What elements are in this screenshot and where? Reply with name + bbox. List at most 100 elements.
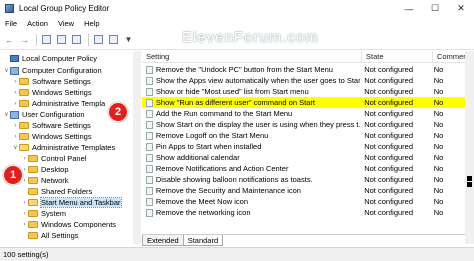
table-row[interactable]: Remove the Security and Maintenance icon…: [142, 185, 465, 196]
chevron-right-icon[interactable]: ›: [12, 101, 19, 107]
table-row[interactable]: Add the Run command to the Start Menu Not…: [142, 108, 465, 119]
tree-item-label: Shared Folders: [41, 187, 93, 196]
table-row[interactable]: Remove the "Undock PC" button from the S…: [142, 64, 465, 75]
setting-state: Not configured: [364, 87, 413, 96]
table-row[interactable]: Pin Apps to Start when installed Not conf…: [142, 141, 465, 152]
close-button[interactable]: ✕: [448, 0, 474, 17]
folder-icon: [19, 100, 29, 107]
chevron-right-icon[interactable]: ›: [12, 134, 19, 140]
tree-item-local-computer-policy[interactable]: Local Computer Policy: [3, 53, 97, 64]
table-row[interactable]: Show "Run as different user" command on …: [142, 97, 465, 108]
setting-state: Not configured: [364, 65, 413, 74]
setting-comment: No: [433, 65, 444, 74]
tree-item-shared-folders[interactable]: Shared Folders: [21, 186, 92, 197]
chevron-right-icon[interactable]: ›: [21, 211, 28, 217]
folder-icon: [28, 188, 38, 195]
setting-comment: No: [433, 120, 444, 129]
policy-setting-icon: [146, 87, 153, 96]
tree-item-label: Windows Components: [41, 220, 117, 229]
setting-state: Not configured: [364, 186, 413, 195]
tree-item-windows-settings[interactable]: › Windows Settings: [12, 131, 92, 142]
scrollbar-thumb[interactable]: [467, 176, 472, 181]
tree-item-all-settings[interactable]: All Settings: [21, 230, 79, 241]
chevron-right-icon[interactable]: ›: [21, 156, 28, 162]
status-text: 100 setting(s): [3, 250, 49, 259]
tree-item-administrative-templates[interactable]: ∨ Administrative Templates: [12, 142, 115, 153]
column-header-state[interactable]: State: [362, 51, 433, 63]
folder-icon: [28, 155, 38, 162]
setting-comment: No: [433, 142, 444, 151]
tree-item-desktop[interactable]: › Desktop: [21, 164, 69, 175]
setting-state: Not configured: [364, 142, 413, 151]
properties-icon[interactable]: [55, 33, 68, 46]
table-row[interactable]: Show or hide "Most used" list from Start…: [142, 86, 465, 97]
menu-view[interactable]: View: [53, 19, 79, 28]
table-row[interactable]: Show additional calendar Not configured No: [142, 152, 465, 163]
view-icon[interactable]: [107, 33, 120, 46]
policy-setting-icon: [146, 131, 153, 140]
show-hide-tree-icon[interactable]: [40, 33, 53, 46]
tree-item-user-configuration[interactable]: ∨ User Configuration: [3, 109, 85, 120]
export-list-icon[interactable]: [70, 33, 83, 46]
tree-item-network[interactable]: › Network: [21, 175, 69, 186]
forward-arrow-icon[interactable]: →: [18, 33, 31, 46]
tree-item-system[interactable]: › System: [21, 208, 67, 219]
tree-item-computer-configuration[interactable]: ∨ Computer Configuration: [3, 65, 102, 76]
menu-file[interactable]: File: [0, 19, 22, 28]
menu-help[interactable]: Help: [79, 19, 104, 28]
tree-item-software-settings[interactable]: › Software Settings: [12, 120, 91, 131]
tab-extended[interactable]: Extended: [142, 235, 184, 246]
setting-state: Not configured: [364, 131, 413, 140]
chevron-right-icon[interactable]: ›: [12, 123, 19, 129]
maximize-button[interactable]: ☐: [422, 0, 448, 17]
scrollbar-thumb[interactable]: [467, 182, 472, 187]
menu-action[interactable]: Action: [22, 19, 53, 28]
policy-setting-icon: [146, 164, 153, 173]
chevron-right-icon[interactable]: ›: [12, 90, 19, 96]
policy-setting-icon: [146, 65, 153, 74]
tree-scrollbar[interactable]: [133, 51, 141, 244]
tree-item-label: User Configuration: [22, 110, 85, 119]
table-row[interactable]: Remove Notifications and Action Center No…: [142, 163, 465, 174]
tree-item-start-menu-and-taskbar[interactable]: › Start Menu and Taskbar: [21, 197, 122, 208]
list-scrollbar[interactable]: [465, 51, 474, 244]
computer-icon: [10, 55, 19, 62]
setting-state: Not configured: [364, 98, 413, 107]
table-row[interactable]: Remove the Meet Now icon Not configured No: [142, 196, 465, 207]
folder-open-icon: [19, 144, 29, 151]
tree-item-label: Desktop: [41, 165, 69, 174]
chevron-right-icon[interactable]: ›: [21, 200, 28, 206]
tree-item-label: Start Menu and Taskbar: [40, 197, 122, 208]
chevron-down-icon[interactable]: ∨: [3, 67, 10, 74]
back-arrow-icon[interactable]: ←: [3, 33, 16, 46]
chevron-down-icon[interactable]: ∨: [12, 144, 19, 151]
filter-icon[interactable]: ▼: [122, 33, 135, 46]
tab-standard[interactable]: Standard: [182, 235, 224, 246]
setting-comment: No: [433, 175, 444, 184]
folder-icon: [19, 78, 29, 85]
column-header-comment[interactable]: Comment: [433, 51, 465, 63]
help-icon[interactable]: [92, 33, 105, 46]
table-row[interactable]: Show Start on the display the user is us…: [142, 119, 465, 130]
setting-comment: No: [433, 208, 444, 217]
chevron-down-icon[interactable]: ∨: [3, 111, 10, 118]
column-header-setting[interactable]: Setting: [142, 51, 362, 63]
table-row[interactable]: Disable showing balloon notifications as…: [142, 174, 465, 185]
tree-item-label: Computer Configuration: [22, 66, 102, 75]
tree-item-administrative-templates[interactable]: › Administrative Templa: [12, 98, 106, 109]
tree-item-control-panel[interactable]: › Control Panel: [21, 153, 87, 164]
tree-item-label: Windows Settings: [32, 88, 92, 97]
table-row[interactable]: Show the Apps view automatically when th…: [142, 75, 465, 86]
title-bar: Local Group Policy Editor — ☐ ✕: [0, 0, 474, 17]
tree-item-software-settings[interactable]: › Software Settings: [12, 76, 91, 87]
tree-item-windows-settings[interactable]: › Windows Settings: [12, 87, 92, 98]
table-row[interactable]: Remove the networking icon Not configured…: [142, 207, 465, 218]
setting-name: Pin Apps to Start when installed: [155, 142, 262, 151]
policy-setting-icon: [146, 76, 153, 85]
chevron-right-icon[interactable]: ›: [12, 79, 19, 85]
table-row[interactable]: Remove Logoff on the Start Menu Not confi…: [142, 130, 465, 141]
minimize-button[interactable]: —: [396, 0, 422, 17]
setting-state: Not configured: [364, 153, 413, 162]
chevron-right-icon[interactable]: ›: [21, 222, 28, 228]
tree-item-windows-components[interactable]: › Windows Components: [21, 219, 117, 230]
